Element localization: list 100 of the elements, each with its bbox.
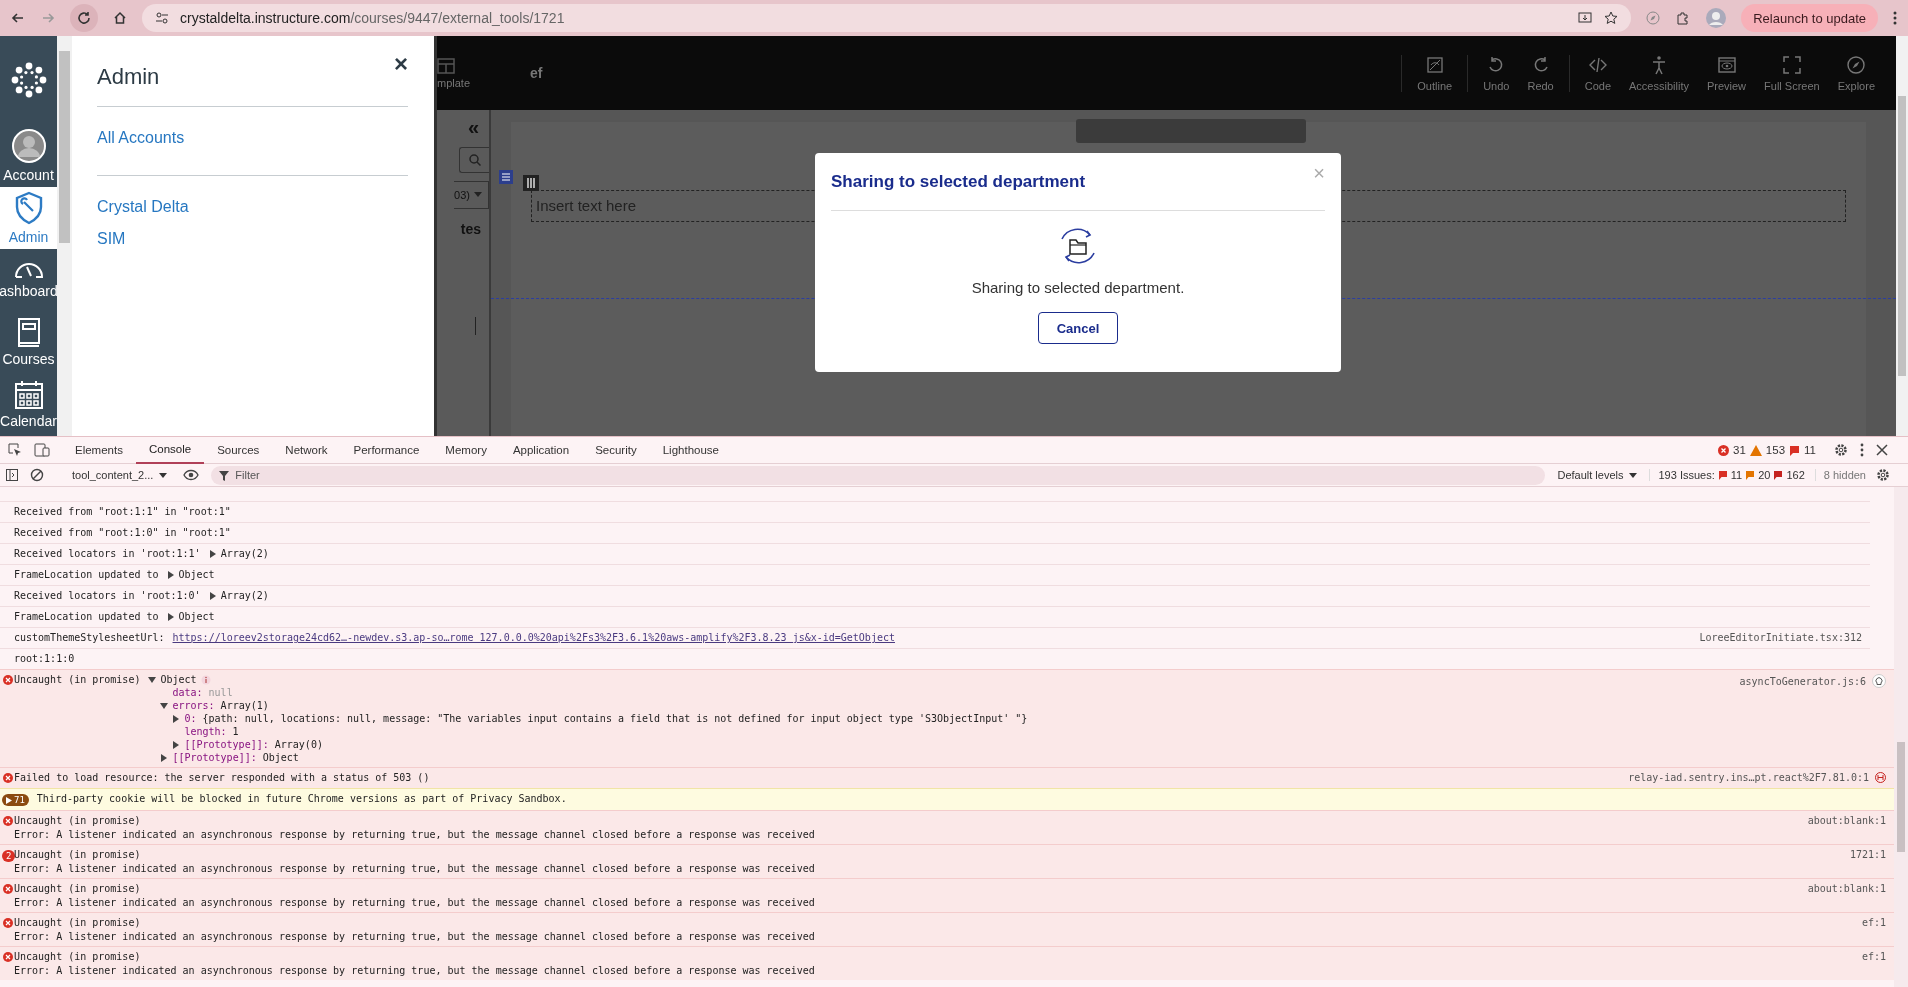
source-link[interactable]: ef:1 [1861, 951, 1886, 962]
object-property: errors: Array(1) [172, 700, 269, 711]
issues-button[interactable]: 193 Issues: 11 20 162 [1658, 469, 1816, 481]
devtools-tab[interactable]: Network [272, 436, 341, 464]
document-title: ef [530, 65, 543, 81]
object-label: Object [160, 674, 197, 685]
nav-item[interactable]: Calendar [0, 373, 57, 436]
nav-item[interactable]: ashboard [0, 249, 57, 312]
collapsed-caret-icon [166, 570, 175, 579]
message-counts[interactable]: 31 153 11 [1718, 444, 1816, 456]
settings-icon[interactable] [1834, 443, 1848, 457]
devtools-tab[interactable]: Application [499, 436, 583, 464]
account-link[interactable]: All Accounts [97, 129, 408, 147]
console-message: Uncaught (in promise) [14, 815, 141, 826]
devtools-tab[interactable]: Performance [340, 436, 433, 464]
context-dropdown[interactable]: tool_content_2... [56, 469, 168, 481]
account-link[interactable]: SIM [97, 230, 408, 248]
object-preview[interactable]: Array(2) [208, 548, 269, 559]
expanded-caret-icon[interactable] [160, 701, 169, 710]
toolbar-button[interactable]: Explore [1828, 54, 1884, 92]
nav-item[interactable]: Account [0, 124, 57, 188]
close-icon[interactable] [1876, 444, 1888, 456]
close-button[interactable]: × [394, 50, 408, 78]
error-icon [3, 773, 13, 783]
input-field[interactable] [475, 317, 479, 335]
source-link[interactable]: about:blank:1 [1807, 883, 1886, 894]
scrollbar[interactable] [1896, 36, 1908, 436]
inspect-icon[interactable] [8, 443, 22, 457]
devtools-tab[interactable]: Security [582, 436, 650, 464]
bookmark-star-icon[interactable] [1603, 10, 1620, 26]
error-detail: Error: A listener indicated an asynchronous response by returning true, but the message channel closed before a response was received [14, 829, 816, 840]
dropdown-icon [1629, 472, 1638, 478]
scrollbar[interactable] [57, 36, 72, 436]
devtools-tab[interactable]: Memory [432, 436, 500, 464]
object-preview[interactable]: Object [166, 611, 215, 622]
device-toolbar-icon[interactable] [34, 443, 50, 457]
object-preview[interactable]: Array(2) [208, 590, 269, 601]
toolbar-button[interactable]: Accessibility [1620, 54, 1698, 92]
address-bar[interactable]: crystaldelta.instructure.com/courses/9447/external_tools/1721 [142, 4, 1632, 32]
menu-icon[interactable] [1892, 10, 1898, 26]
shield-icon [14, 191, 43, 226]
source-link[interactable]: 1721:1 [1849, 849, 1886, 860]
devtools-tab[interactable]: Sources [204, 436, 273, 464]
devtools-tab[interactable]: Elements [62, 436, 136, 464]
url-link[interactable]: https://loreev2storage24cd62…-newdev.s3.ap-so…rome 127.0.0.0%20api%2Fs3%2F3.6.1%20aws-amplify%2F3.8.23 js&x-id=GetObject [172, 632, 895, 643]
toolbar-button[interactable]: Redo [1518, 54, 1563, 92]
reload-icon[interactable] [70, 4, 98, 32]
network-icon[interactable] [1875, 772, 1886, 783]
calendar-icon [14, 380, 43, 410]
hidden-eye-icon [1424, 54, 1445, 75]
dropdown-icon [474, 192, 482, 198]
devtools-tab[interactable]: Console [135, 436, 205, 464]
error-detail: Error: A listener indicated an asynchronous response by returning true, but the message channel closed before a response was received [14, 931, 816, 942]
nav-item[interactable]: Admin [0, 187, 57, 250]
toolbar-button[interactable]: Full Screen [1755, 54, 1829, 92]
url-text: crystaldelta.instructure.com/courses/9447/external_tools/1721 [180, 10, 565, 26]
error-detail: Error: A listener indicated an asynchronous response by returning true, but the message channel closed before a response was received [14, 897, 816, 908]
collapsed-caret-icon [208, 591, 217, 600]
toolbar-button[interactable]: Undo [1474, 54, 1519, 92]
sidebar-toggle-icon[interactable] [6, 469, 18, 481]
console-message: Received from "root:1:0" in "root:1" [14, 527, 231, 538]
toolbar-button[interactable]: Preview [1697, 54, 1756, 92]
console-message: Failed to load resource: the server responded with a status of 503 () [14, 772, 430, 783]
install-icon[interactable] [1577, 10, 1594, 26]
toolbar-button[interactable]: Outline [1408, 54, 1462, 92]
toolbar-button[interactable]: Code [1575, 54, 1621, 92]
error-detail: Error: A listener indicated an asynchronous response by returning true, but the message channel closed before a response was received [14, 863, 816, 874]
source-link[interactable]: relay-iad.sentry.ins…pt.react%2F7.81.0:1 [1628, 772, 1869, 783]
repeat-count-badge: 71 [2, 794, 29, 806]
source-link[interactable]: LoreeEditorInitiate.tsx:312 [1699, 632, 1862, 643]
eye-icon[interactable] [183, 469, 200, 481]
object-property: length: 1 [184, 726, 239, 737]
settings-icon[interactable] [1876, 468, 1890, 482]
home-icon[interactable] [112, 10, 128, 26]
more-icon[interactable] [1860, 443, 1864, 457]
object-preview[interactable]: Object [166, 569, 215, 580]
sidebar-heading: tes [460, 221, 482, 237]
clear-icon[interactable] [30, 468, 44, 482]
collapsed-caret-icon[interactable] [172, 740, 181, 749]
levels-dropdown[interactable]: Default levels [1557, 469, 1651, 481]
error-icon [1718, 444, 1730, 456]
expanded-caret-icon[interactable] [148, 675, 157, 684]
collapsed-caret-icon[interactable] [160, 753, 169, 762]
column-handle-icon[interactable] [523, 175, 539, 191]
template-button[interactable]: mplate [437, 57, 471, 89]
cancel-button[interactable]: Cancel [1038, 312, 1118, 344]
collapsed-caret-icon[interactable] [172, 714, 181, 723]
dialog-message: Sharing to selected department. [971, 279, 1185, 296]
nav-item[interactable]: Courses [0, 311, 57, 374]
source-link[interactable]: ef:1 [1861, 917, 1886, 928]
source-link[interactable]: asyncToGenerator.js:6 [1739, 675, 1866, 687]
scrollbar[interactable] [1894, 487, 1908, 987]
filter-field[interactable]: Filter [211, 465, 1546, 485]
error-icon [3, 952, 13, 962]
source-link[interactable]: about:blank:1 [1807, 815, 1886, 826]
devtools-tab[interactable]: Lighthouse [649, 436, 732, 464]
account-link[interactable]: Crystal Delta [97, 198, 408, 216]
menu-handle-icon[interactable] [499, 170, 513, 184]
relaunch-button[interactable]: Relaunch to update [1741, 4, 1878, 32]
site-settings-icon[interactable] [154, 10, 170, 26]
